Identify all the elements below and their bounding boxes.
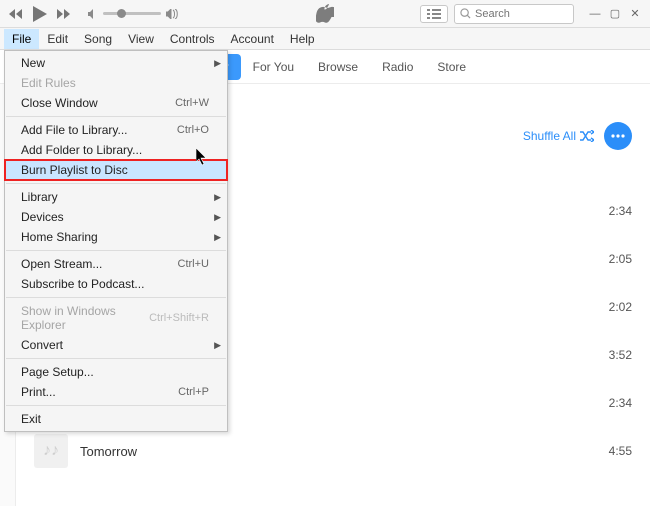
menu-item-label: Add Folder to Library... [21, 143, 142, 157]
menu-separator [6, 358, 226, 359]
menu-account[interactable]: Account [223, 29, 282, 49]
previous-button[interactable] [6, 5, 26, 23]
track-duration: 3:52 [592, 348, 632, 362]
tab-browse[interactable]: Browse [306, 54, 370, 80]
menu-item-label: Add File to Library... [21, 123, 128, 137]
search-box[interactable] [454, 4, 574, 24]
search-input[interactable] [475, 8, 565, 20]
file-menu-item[interactable]: Library ▶ [5, 187, 227, 207]
track-duration: 2:02 [592, 300, 632, 314]
file-menu-item: Show in Windows ExplorerCtrl+Shift+R [5, 301, 227, 335]
window-controls: — ▢ ✕ [586, 5, 644, 23]
minimize-button[interactable]: — [586, 5, 604, 23]
menu-item-label: Edit Rules [21, 76, 76, 90]
menu-edit[interactable]: Edit [39, 29, 76, 49]
menu-item-label: Devices [21, 210, 64, 224]
menu-controls[interactable]: Controls [162, 29, 223, 49]
submenu-arrow-icon: ▶ [214, 212, 221, 223]
file-menu-item[interactable]: Home Sharing ▶ [5, 227, 227, 247]
maximize-button[interactable]: ▢ [606, 5, 624, 23]
menu-separator [6, 116, 226, 117]
file-menu-item[interactable]: Print... Ctrl+P [5, 382, 227, 402]
titlebar-right: — ▢ ✕ [420, 4, 644, 24]
title-bar: — ▢ ✕ [0, 0, 650, 28]
submenu-arrow-icon: ▶ [214, 58, 221, 69]
search-icon [460, 8, 471, 19]
menu-item-label: Subscribe to Podcast... [21, 277, 144, 291]
menu-bar: File Edit Song View Controls Account Hel… [0, 28, 650, 50]
menu-separator [6, 297, 226, 298]
next-button[interactable] [54, 5, 74, 23]
menu-shortcut: Ctrl+U [178, 258, 209, 270]
file-menu-item[interactable]: Convert ▶ [5, 335, 227, 355]
menu-shortcut: Ctrl+P [178, 386, 209, 398]
ellipsis-icon [611, 134, 625, 138]
shuffle-icon [580, 130, 594, 142]
menu-shortcut: Ctrl+Shift+R [149, 312, 209, 324]
file-menu-item[interactable]: Close Window Ctrl+W [5, 93, 227, 113]
more-actions-button[interactable] [604, 122, 632, 150]
menu-item-label: Exit [21, 412, 41, 426]
menu-separator [6, 183, 226, 184]
volume-control[interactable] [88, 9, 178, 19]
menu-item-label: Page Setup... [21, 365, 94, 379]
apple-logo-icon [316, 4, 334, 27]
volume-high-icon [166, 9, 178, 19]
menu-help[interactable]: Help [282, 29, 323, 49]
shuffle-label: Shuffle All [523, 129, 576, 143]
menu-item-label: New [21, 56, 45, 70]
file-menu-item[interactable]: Devices ▶ [5, 207, 227, 227]
submenu-arrow-icon: ▶ [214, 192, 221, 203]
close-button[interactable]: ✕ [626, 5, 644, 23]
tab-store[interactable]: Store [425, 54, 478, 80]
submenu-arrow-icon: ▶ [214, 340, 221, 351]
menu-separator [6, 405, 226, 406]
menu-item-label: Open Stream... [21, 257, 102, 271]
file-menu-item[interactable]: Open Stream... Ctrl+U [5, 254, 227, 274]
track-name: Tomorrow [80, 444, 592, 459]
list-view-button[interactable] [420, 5, 448, 23]
menu-item-label: Library [21, 190, 58, 204]
menu-view[interactable]: View [120, 29, 162, 49]
tab-for-you[interactable]: For You [241, 54, 306, 80]
file-menu-item: Edit Rules [5, 73, 227, 93]
menu-shortcut: Ctrl+W [175, 97, 209, 109]
menu-song[interactable]: Song [76, 29, 120, 49]
track-art-icon: ♪♪ [34, 434, 68, 468]
file-menu-item[interactable]: Add Folder to Library... [5, 140, 227, 160]
track-duration: 2:34 [592, 396, 632, 410]
playback-controls [6, 5, 178, 23]
play-button[interactable] [30, 5, 50, 23]
menu-item-label: Close Window [21, 96, 98, 110]
file-menu-item[interactable]: Add File to Library... Ctrl+O [5, 120, 227, 140]
file-menu-item[interactable]: Subscribe to Podcast... [5, 274, 227, 294]
volume-low-icon [88, 9, 98, 19]
file-menu-dropdown: New ▶ Edit Rules Close Window Ctrl+W Add File… [4, 50, 228, 432]
file-menu-item[interactable]: Exit [5, 409, 227, 429]
menu-file[interactable]: File [4, 29, 39, 49]
tab-radio[interactable]: Radio [370, 54, 425, 80]
track-duration: 2:34 [592, 204, 632, 218]
menu-item-label: Print... [21, 385, 56, 399]
file-menu-item[interactable]: New ▶ [5, 53, 227, 73]
track-duration: 4:55 [592, 444, 632, 458]
volume-slider[interactable] [103, 12, 161, 15]
menu-separator [6, 250, 226, 251]
menu-shortcut: Ctrl+O [177, 124, 209, 136]
menu-item-label: Burn Playlist to Disc [21, 163, 128, 177]
track-row[interactable]: ♪♪ Tomorrow4:55 [34, 427, 632, 475]
shuffle-all-button[interactable]: Shuffle All [523, 129, 594, 143]
file-menu-item[interactable]: Burn Playlist to Disc [5, 160, 227, 180]
track-duration: 2:05 [592, 252, 632, 266]
file-menu-item[interactable]: Page Setup... [5, 362, 227, 382]
menu-item-label: Convert [21, 338, 63, 352]
submenu-arrow-icon: ▶ [214, 232, 221, 243]
menu-item-label: Home Sharing [21, 230, 98, 244]
menu-item-label: Show in Windows Explorer [21, 304, 149, 332]
